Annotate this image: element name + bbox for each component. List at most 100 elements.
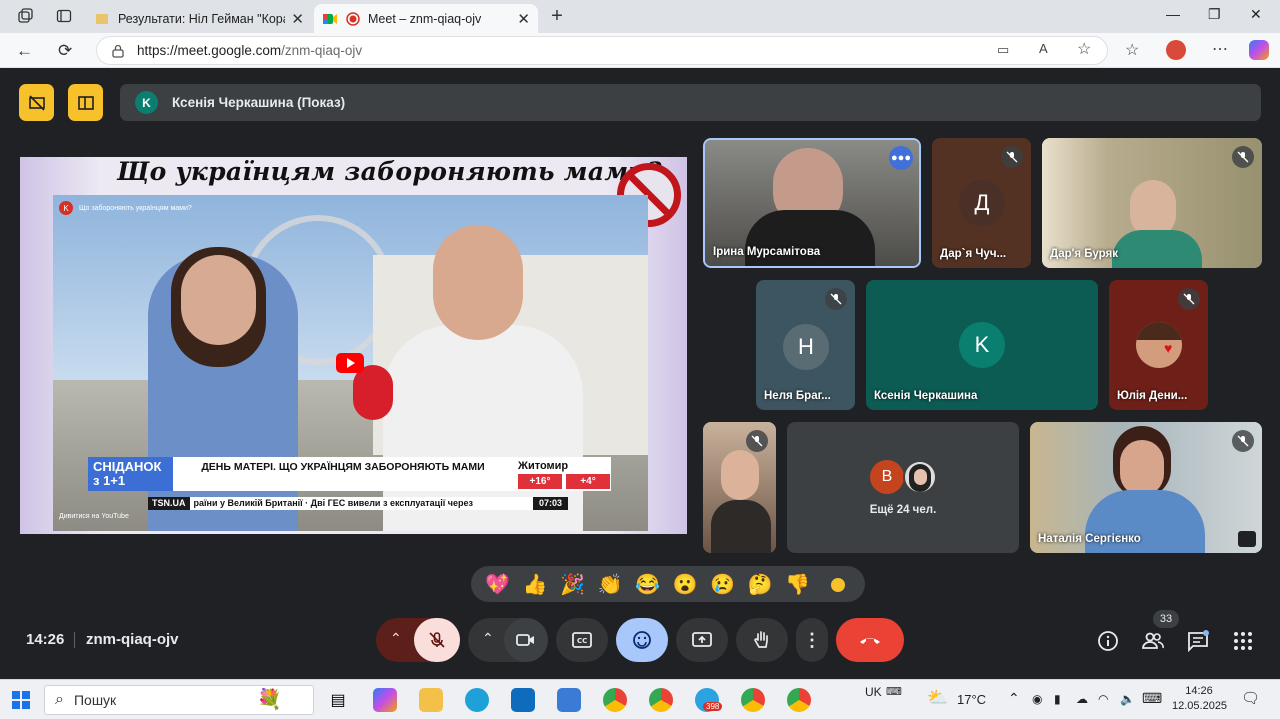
people-icon[interactable]: [1142, 630, 1164, 652]
captions-button[interactable]: CC: [556, 618, 608, 662]
pip-icon[interactable]: [1238, 531, 1256, 547]
clapping-emoji[interactable]: 👏: [592, 569, 630, 599]
restore-icon[interactable]: ❐: [1208, 6, 1221, 23]
reactions-button[interactable]: [616, 618, 668, 662]
participant-tile[interactable]: Д Дар`я Чуч...: [932, 138, 1031, 268]
mic-off-icon: [1178, 288, 1200, 310]
sparkling-heart-emoji[interactable]: 💖: [479, 569, 517, 599]
participant-avatar: Д: [959, 180, 1005, 226]
youtube-play-icon[interactable]: [336, 353, 364, 373]
favorites-icon[interactable]: ☆: [1125, 40, 1139, 60]
language-indicator[interactable]: UK: [865, 685, 882, 699]
meeting-info-icon[interactable]: [1097, 630, 1119, 652]
copilot-icon[interactable]: [1249, 40, 1269, 60]
more-menu-icon[interactable]: ⋯: [1212, 39, 1228, 59]
show-hidden-icons-icon[interactable]: ⌃: [1008, 690, 1020, 707]
present-screen-button[interactable]: [676, 618, 728, 662]
refresh-icon[interactable]: ⟳: [58, 41, 72, 61]
chrome-profile-3-icon[interactable]: [787, 688, 811, 712]
camera-toggle-button[interactable]: [504, 618, 548, 662]
workspaces-icon[interactable]: [16, 7, 34, 25]
wifi-icon[interactable]: ◠: [1098, 692, 1108, 706]
presenter-banner: K Ксенія Черкашина (Показ): [120, 84, 1261, 121]
laughing-emoji[interactable]: 😂: [629, 569, 667, 599]
others-avatar: В: [870, 460, 904, 494]
pin-layout-button[interactable]: [68, 84, 103, 121]
embedded-video[interactable]: K Що забороняють українцям мами? СНІДАНО…: [53, 195, 648, 531]
chevron-up-icon[interactable]: ⌃: [482, 630, 494, 647]
tab-results[interactable]: Результати: Ніл Гейман "Коралі ✕: [86, 4, 312, 33]
lower-third: СНІДАНОК з 1+1 ДЕНЬ МАТЕРІ. ЩО УКРАЇНЦЯМ…: [88, 457, 611, 491]
microphone-tray-icon[interactable]: ▮: [1054, 692, 1061, 706]
close-tab-icon[interactable]: ✕: [291, 10, 304, 28]
participant-tile[interactable]: Дар'я Буряк: [1042, 138, 1262, 268]
back-icon[interactable]: ←: [16, 41, 33, 61]
weather-temp[interactable]: 17°C: [957, 692, 986, 707]
chat-icon[interactable]: [1187, 630, 1209, 653]
activities-grid-icon[interactable]: [1232, 630, 1254, 652]
camera-icon: [516, 634, 534, 646]
leave-call-button[interactable]: [836, 618, 904, 662]
outlook-icon[interactable]: [511, 688, 535, 712]
keyboard-icon[interactable]: ⌨: [886, 685, 902, 698]
more-options-button[interactable]: ⋮: [796, 618, 828, 662]
keyboard-layout-icon[interactable]: ⌨: [1142, 690, 1162, 707]
new-tab-icon[interactable]: +: [548, 5, 566, 27]
participant-tile[interactable]: ♥ Юлія Дени...: [1109, 280, 1208, 410]
minimize-icon[interactable]: —: [1166, 6, 1180, 22]
file-explorer-icon[interactable]: [419, 688, 443, 712]
copilot-app-icon[interactable]: [373, 688, 397, 712]
read-aloud-icon[interactable]: A: [1039, 41, 1048, 56]
woman-face: [181, 255, 256, 345]
mic-off-icon: [825, 288, 847, 310]
skin-tone-picker[interactable]: [829, 576, 847, 594]
taskbar-search[interactable]: ⌕ Пошук 💐: [44, 685, 314, 715]
taskbar-clock[interactable]: 14:26 12.05.2025: [1172, 684, 1227, 714]
close-tab-icon[interactable]: ✕: [517, 10, 530, 28]
chrome-icon[interactable]: [603, 688, 627, 712]
participant-name: Юлія Дени...: [1117, 390, 1188, 402]
chrome-profile-icon[interactable]: [649, 688, 673, 712]
url-field[interactable]: https://meet.google.com/znm-qiaq-ojv ▭ A…: [96, 36, 1108, 65]
camera-permission-icon[interactable]: ▭: [997, 42, 1009, 58]
camera-tray-icon[interactable]: ◉: [1032, 692, 1042, 706]
surprised-emoji[interactable]: 😮: [667, 569, 705, 599]
tab-meet[interactable]: Meet – znm-qiaq-ojv ✕: [314, 4, 538, 33]
temp-day: +16°: [518, 474, 562, 489]
man-face: [433, 225, 523, 340]
thinking-emoji[interactable]: 🤔: [742, 569, 780, 599]
layout-toggle-button[interactable]: [19, 84, 54, 121]
thumbs-down-emoji[interactable]: 👎: [779, 569, 817, 599]
windows-taskbar: ⌕ Пошук 💐 ▤ 398 UK ⌨ ⛅ 17°C ⌃ ◉ ▮ ☁ ◠ 🔈 …: [0, 679, 1280, 719]
others-tile[interactable]: В Ещё 24 чел.: [787, 422, 1019, 553]
tab-actions-icon[interactable]: [55, 7, 73, 25]
raise-hand-button[interactable]: [736, 618, 788, 662]
party-popper-emoji[interactable]: 🎉: [554, 569, 592, 599]
url-host: https://meet.google.com: [137, 43, 282, 58]
task-view-icon[interactable]: ▤: [326, 688, 350, 712]
participant-tile[interactable]: ●●● Ірина Мурсамітова: [703, 138, 921, 268]
address-toolbar: ← ⟳ https://meet.google.com/znm-qiaq-ojv…: [0, 33, 1280, 68]
notifications-icon[interactable]: 🗨: [1241, 689, 1260, 707]
close-window-icon[interactable]: ✕: [1250, 6, 1262, 23]
chevron-up-icon[interactable]: ⌃: [390, 630, 402, 647]
extension-icon[interactable]: [1166, 40, 1186, 60]
watch-on-youtube[interactable]: Дивитися на YouTube: [59, 513, 129, 520]
weather-cloud-icon[interactable]: ⛅: [927, 688, 948, 708]
participant-tile[interactable]: [703, 422, 776, 553]
participant-tile[interactable]: Н Неля Браг...: [756, 280, 855, 410]
onedrive-icon[interactable]: ☁: [1076, 692, 1088, 706]
participant-tile[interactable]: K Ксенія Черкашина: [866, 280, 1098, 410]
mic-toggle-button[interactable]: [414, 618, 460, 662]
volume-icon[interactable]: 🔈: [1120, 692, 1135, 706]
crying-emoji[interactable]: 😢: [704, 569, 742, 599]
participant-tile[interactable]: Наталія Сергієнко: [1030, 422, 1262, 553]
thumbs-up-emoji[interactable]: 👍: [517, 569, 555, 599]
video-header: K Що забороняють українцям мами?: [59, 201, 192, 215]
chrome-profile-2-icon[interactable]: [741, 688, 765, 712]
telegram-icon[interactable]: 398: [695, 688, 723, 712]
windows-start-icon[interactable]: [12, 691, 30, 714]
store-icon[interactable]: [557, 688, 581, 712]
edge-icon[interactable]: [465, 688, 489, 712]
favorite-star-icon[interactable]: ☆: [1077, 39, 1091, 59]
